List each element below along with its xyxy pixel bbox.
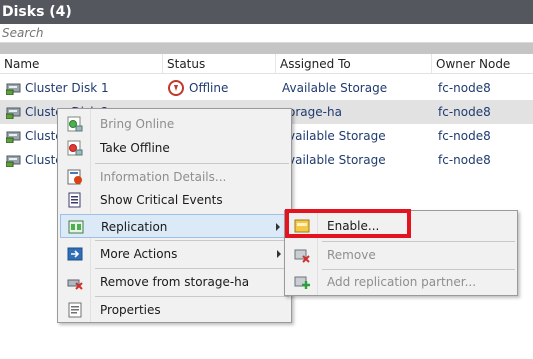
menu-item-show-critical-events[interactable]: Show Critical Events — [60, 188, 289, 212]
disk-owner-node: fc-node8 — [438, 105, 491, 119]
column-header-row: Name Status Assigned To Owner Node — [0, 54, 533, 74]
menu-item-information-details[interactable]: Information Details... — [60, 165, 289, 189]
disk-assigned-to: vailable Storage — [288, 153, 386, 167]
menu-item-label: Add replication partner... — [327, 275, 477, 289]
column-header-owner-node[interactable]: Owner Node — [432, 54, 533, 74]
submenu-arrow-icon — [277, 250, 281, 258]
critical-events-icon — [68, 192, 81, 208]
menu-item-more-actions[interactable]: More Actions — [60, 242, 289, 266]
menu-item-label: Replication — [101, 220, 168, 234]
disk-assigned-to: vailable Storage — [288, 129, 386, 143]
menu-item-label: Remove from storage-ha — [100, 275, 250, 289]
menu-separator — [95, 296, 289, 297]
menu-item-label: Remove — [327, 248, 376, 262]
disk-icon — [6, 83, 21, 95]
query-toolbar-strip — [0, 43, 533, 54]
menu-separator — [95, 240, 289, 241]
offline-status-icon — [168, 80, 184, 96]
disk-name: Cluster Disk 1 — [25, 81, 109, 95]
properties-icon — [68, 302, 82, 318]
disk-status: Offline — [189, 81, 229, 95]
information-details-icon — [67, 169, 82, 185]
panel-title: Disks (4) — [0, 0, 533, 24]
disk-owner-node: fc-node8 — [438, 81, 491, 95]
highlight-annotation-box — [285, 209, 411, 238]
disk-assigned-to: orage-ha — [288, 105, 342, 119]
take-offline-icon — [67, 140, 83, 156]
more-actions-icon — [67, 247, 83, 261]
menu-separator — [322, 241, 515, 242]
submenu-arrow-icon — [276, 223, 280, 231]
disk-owner-node: fc-node8 — [438, 153, 491, 167]
submenu-item-add-replication-partner[interactable]: Add replication partner... — [287, 270, 515, 294]
disk-icon — [6, 155, 21, 167]
replication-icon — [68, 220, 84, 234]
menu-item-label: More Actions — [100, 247, 178, 261]
menu-item-label: Take Offline — [100, 141, 170, 155]
column-header-name[interactable]: Name — [0, 54, 163, 74]
menu-item-label: Show Critical Events — [100, 193, 223, 207]
bring-online-icon — [67, 116, 83, 132]
menu-separator — [95, 163, 289, 164]
remove-replication-icon — [294, 249, 310, 263]
disk-icon — [6, 131, 21, 143]
menu-item-label: Properties — [100, 303, 161, 317]
add-partner-icon — [294, 276, 310, 289]
column-header-assigned-to[interactable]: Assigned To — [276, 54, 432, 74]
menu-item-take-offline[interactable]: Take Offline — [60, 136, 289, 160]
disk-assigned-to: Available Storage — [282, 81, 388, 95]
disk-owner-node: fc-node8 — [438, 129, 491, 143]
remove-from-role-icon — [67, 279, 83, 290]
disk-icon — [6, 107, 21, 119]
submenu-item-remove[interactable]: Remove — [287, 243, 515, 267]
menu-separator — [95, 268, 289, 269]
table-row[interactable]: Cluster Disk 1 Offline Available Storage… — [0, 76, 533, 100]
failover-cluster-manager-disks: Disks (4) Name Status Assigned To Owner … — [0, 0, 533, 359]
menu-item-label: Information Details... — [100, 170, 227, 184]
menu-item-properties[interactable]: Properties — [60, 298, 289, 322]
menu-item-bring-online[interactable]: Bring Online — [60, 112, 289, 136]
menu-item-remove-from-role[interactable]: Remove from storage-ha — [60, 270, 289, 294]
column-header-status[interactable]: Status — [163, 54, 276, 74]
menu-item-replication[interactable]: Replication — [60, 214, 289, 238]
search-bar — [0, 24, 533, 43]
search-input[interactable] — [0, 24, 533, 42]
menu-item-label: Bring Online — [100, 117, 175, 131]
context-menu: Bring Online Take Offline Information De… — [57, 108, 292, 323]
